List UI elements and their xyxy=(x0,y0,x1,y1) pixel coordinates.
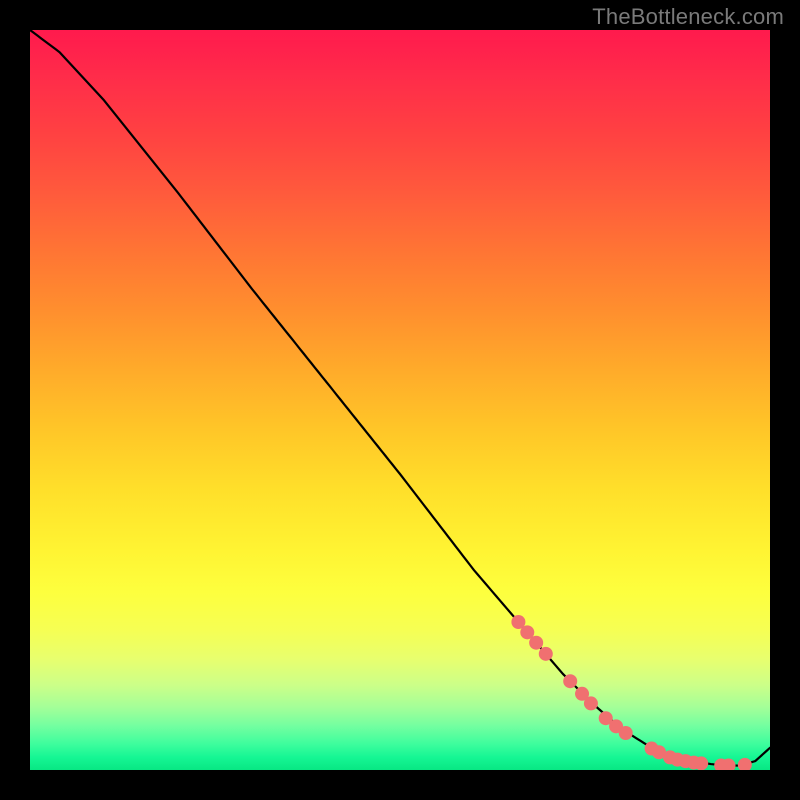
data-marker xyxy=(619,726,633,740)
data-marker xyxy=(539,647,553,661)
data-marker xyxy=(694,756,708,770)
watermark-text: TheBottleneck.com xyxy=(592,4,784,30)
chart-area xyxy=(30,30,770,770)
data-marker xyxy=(563,674,577,688)
chart-overlay xyxy=(30,30,770,770)
data-marker xyxy=(738,758,752,770)
data-marker xyxy=(584,696,598,710)
data-marker xyxy=(529,636,543,650)
data-markers xyxy=(511,615,751,770)
bottleneck-curve-line xyxy=(30,30,770,766)
